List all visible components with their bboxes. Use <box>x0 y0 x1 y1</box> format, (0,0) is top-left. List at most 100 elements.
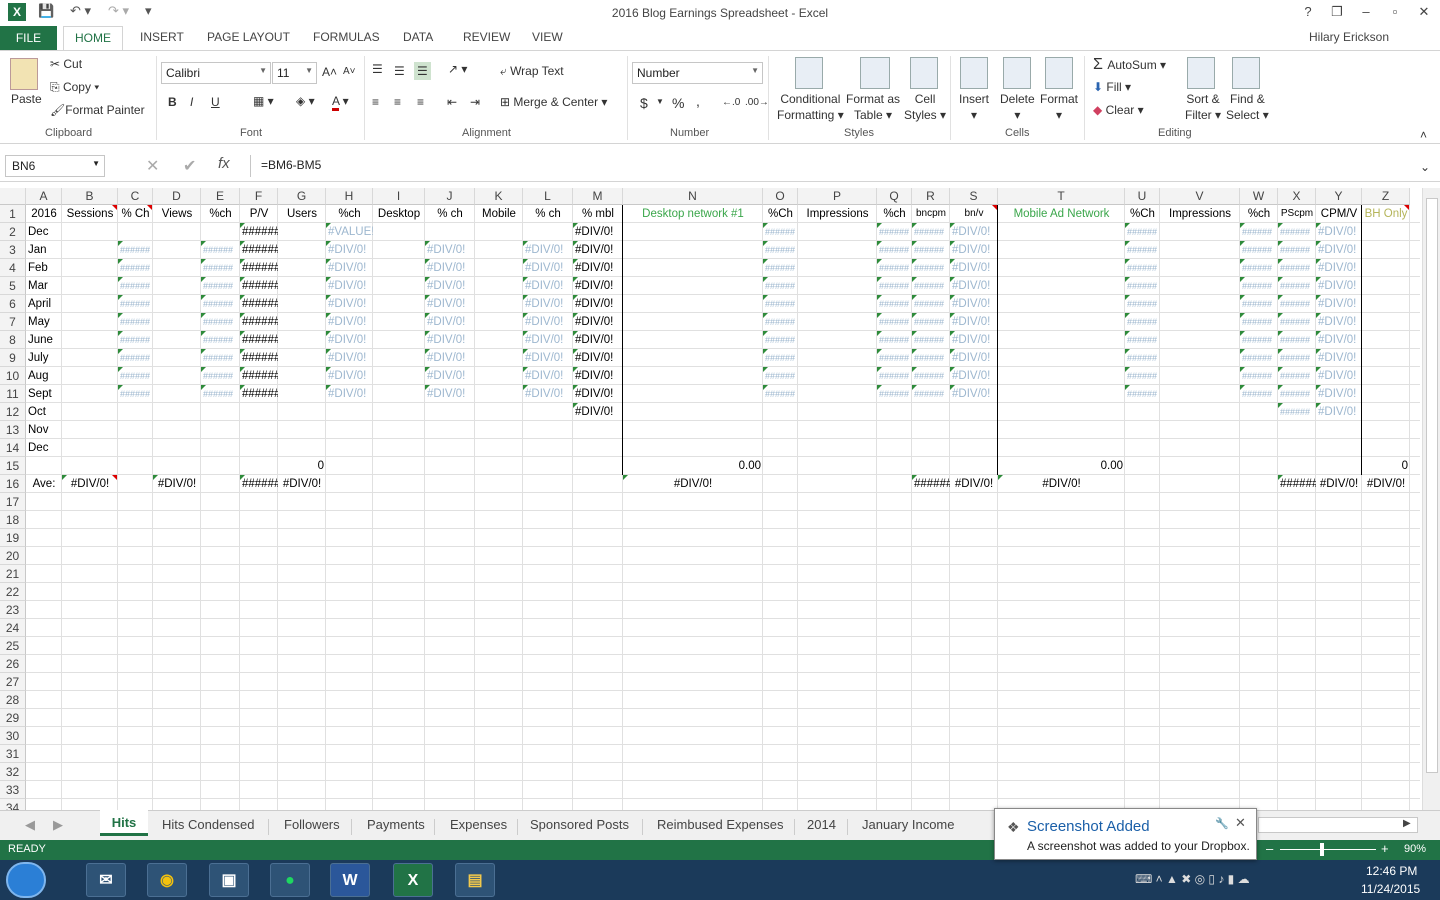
sheet-tab-payments[interactable]: Payments <box>367 817 425 832</box>
error-cell[interactable]: ###### <box>118 241 153 259</box>
error-cell[interactable]: ###### <box>877 259 912 277</box>
error-cell[interactable]: ###### <box>240 277 278 295</box>
header-cell[interactable]: Impressions <box>1160 205 1240 223</box>
error-cell[interactable]: ###### <box>1240 331 1278 349</box>
header-cell[interactable]: Views <box>153 205 201 223</box>
header-cell[interactable]: bn/v <box>950 205 998 223</box>
error-cell[interactable]: ###### <box>763 313 798 331</box>
column-header-g[interactable]: G <box>278 188 326 205</box>
paste-icon[interactable] <box>10 58 38 90</box>
row-header[interactable]: 2 <box>0 223 26 241</box>
close-button[interactable]: ✕ <box>1413 4 1435 20</box>
error-cell[interactable]: #DIV/0! <box>425 367 475 385</box>
error-cell[interactable]: #DIV/0! <box>573 241 623 259</box>
error-cell[interactable]: #DIV/0! <box>950 385 998 403</box>
error-cell[interactable]: #DIV/0! <box>326 241 373 259</box>
row-header[interactable]: 8 <box>0 331 26 349</box>
average-label[interactable]: Ave: <box>26 475 62 493</box>
error-cell[interactable]: #DIV/0! <box>523 295 573 313</box>
expand-formula-icon[interactable]: ⌄ <box>1420 160 1430 174</box>
column-header-f[interactable]: F <box>240 188 278 205</box>
header-cell[interactable]: 2016 <box>26 205 62 223</box>
error-cell[interactable]: #DIV/0! <box>573 367 623 385</box>
header-cell[interactable]: Users <box>278 205 326 223</box>
error-cell[interactable]: ###### <box>877 241 912 259</box>
row-header[interactable]: 32 <box>0 763 26 781</box>
average-cell[interactable]: ###### <box>240 475 278 493</box>
header-cell[interactable]: %ch <box>201 205 240 223</box>
header-cell[interactable]: Sessions <box>62 205 118 223</box>
borders-icon[interactable]: ▦ ▾ <box>253 94 274 108</box>
error-cell[interactable]: ###### <box>763 367 798 385</box>
column-header-d[interactable]: D <box>153 188 201 205</box>
column-header-a[interactable]: A <box>26 188 62 205</box>
error-cell[interactable]: #DIV/0! <box>425 259 475 277</box>
error-cell[interactable]: #DIV/0! <box>1316 313 1362 331</box>
header-cell[interactable]: %ch <box>326 205 373 223</box>
column-header-x[interactable]: X <box>1278 188 1316 205</box>
binoculars-icon[interactable] <box>1232 57 1260 89</box>
sheet-tab-followers[interactable]: Followers <box>284 817 340 832</box>
error-cell[interactable]: ###### <box>912 331 950 349</box>
header-cell[interactable]: CPM/V <box>1316 205 1362 223</box>
row-header[interactable]: 7 <box>0 313 26 331</box>
delete-cells-button[interactable]: Delete ▾ <box>1000 91 1035 123</box>
delete-cells-icon[interactable] <box>1003 57 1031 89</box>
error-cell[interactable]: ###### <box>118 259 153 277</box>
header-cell[interactable]: %ch <box>1240 205 1278 223</box>
error-cell[interactable]: ###### <box>1240 259 1278 277</box>
wrap-text-button[interactable]: ⤶ Wrap Text <box>500 64 564 79</box>
month-label[interactable]: Dec <box>26 439 62 457</box>
zoom-level[interactable]: 90% <box>1404 843 1426 855</box>
sort-filter-icon[interactable] <box>1187 57 1215 89</box>
row-header[interactable]: 34 <box>0 799 26 810</box>
tab-insert[interactable]: INSERT <box>140 30 184 44</box>
row-header[interactable]: 6 <box>0 295 26 313</box>
error-cell[interactable]: ###### <box>1278 385 1316 403</box>
error-cell[interactable]: #DIV/0! <box>950 223 998 241</box>
sheet-tab-reimbused-expenses[interactable]: Reimbused Expenses <box>657 817 783 832</box>
percent-button[interactable]: % <box>672 95 684 111</box>
row-header[interactable]: 23 <box>0 601 26 619</box>
align-right-icon[interactable]: ≡ <box>417 95 424 109</box>
error-cell[interactable]: ###### <box>1278 223 1316 241</box>
error-cell[interactable]: #DIV/0! <box>523 385 573 403</box>
error-cell[interactable]: ###### <box>201 241 240 259</box>
paste-button[interactable]: Paste <box>11 92 42 106</box>
error-cell[interactable]: ###### <box>240 349 278 367</box>
chrome-icon[interactable]: ◉ <box>147 863 187 897</box>
row-header[interactable]: 28 <box>0 691 26 709</box>
cell-styles-button[interactable]: Cell Styles ▾ <box>904 91 946 123</box>
error-cell[interactable]: ###### <box>877 367 912 385</box>
header-cell[interactable]: % ch <box>425 205 475 223</box>
column-header-n[interactable]: N <box>623 188 763 205</box>
error-cell[interactable]: #DIV/0! <box>425 313 475 331</box>
error-cell[interactable]: #DIV/0! <box>950 349 998 367</box>
error-cell[interactable]: ###### <box>1240 277 1278 295</box>
vertical-scrollbar[interactable] <box>1422 188 1440 810</box>
header-cell[interactable]: Desktop <box>373 205 425 223</box>
error-cell[interactable]: ###### <box>240 259 278 277</box>
row-header[interactable]: 15 <box>0 457 26 475</box>
error-cell[interactable]: ###### <box>877 349 912 367</box>
enter-formula-icon[interactable]: ✔ <box>183 156 196 176</box>
tab-home[interactable]: HOME <box>63 26 123 51</box>
error-cell[interactable]: ###### <box>912 295 950 313</box>
month-label[interactable]: Feb <box>26 259 62 277</box>
month-label[interactable]: April <box>26 295 62 313</box>
error-cell[interactable]: #VALUE! <box>326 223 373 241</box>
error-cell[interactable]: #DIV/0! <box>573 313 623 331</box>
error-cell[interactable]: ###### <box>912 313 950 331</box>
average-cell[interactable]: #DIV/0! <box>998 475 1125 493</box>
error-cell[interactable]: ###### <box>1125 295 1160 313</box>
clock-time[interactable]: 12:46 PM <box>1366 864 1417 878</box>
error-cell[interactable]: #DIV/0! <box>573 295 623 313</box>
error-cell[interactable]: #DIV/0! <box>950 367 998 385</box>
header-cell[interactable]: % mbl <box>573 205 623 223</box>
sheet-tab-sponsored-posts[interactable]: Sponsored Posts <box>530 817 629 832</box>
align-left-icon[interactable]: ≡ <box>372 95 379 109</box>
error-cell[interactable]: ###### <box>912 259 950 277</box>
header-cell[interactable]: BH Only <box>1362 205 1410 223</box>
increase-decimal-icon[interactable]: ←.0 <box>722 97 740 108</box>
column-header-y[interactable]: Y <box>1316 188 1362 205</box>
